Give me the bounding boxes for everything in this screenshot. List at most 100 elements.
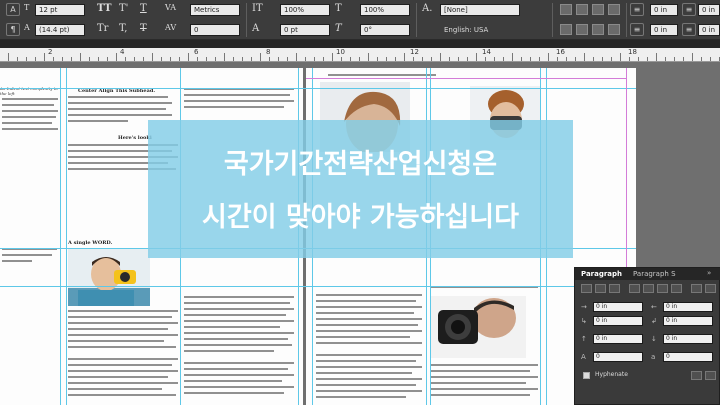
text-line: [2, 116, 56, 118]
space-after-field[interactable]: 0 in: [663, 334, 713, 344]
text-line: [68, 108, 166, 110]
tracking-icon: AV: [165, 23, 177, 32]
justify-last-icon[interactable]: [608, 24, 620, 35]
superscript-icon[interactable]: T': [119, 3, 128, 14]
text-line: [68, 358, 178, 360]
vertical-scale-field[interactable]: 100%: [280, 4, 330, 16]
justify-right-icon[interactable]: [657, 284, 668, 293]
align-right-icon[interactable]: [592, 4, 604, 15]
boy-with-camera-photo[interactable]: [68, 248, 150, 306]
horizontal-scale-field[interactable]: 100%: [360, 4, 410, 16]
control-bar-row-1: A T 12 pt TT T' T VA Metrics IT 100% T 1…: [0, 0, 720, 37]
text-line: [184, 338, 288, 340]
paragraph-formatting-icon[interactable]: ¶: [6, 23, 20, 36]
underline-icon[interactable]: T: [140, 3, 147, 14]
alignment-row: [581, 284, 717, 296]
ruler-tick: [674, 57, 675, 61]
align-to-baseline-icon[interactable]: [691, 371, 702, 380]
photographer-photo[interactable]: [430, 296, 526, 358]
left-indent-field[interactable]: 0 in: [593, 302, 643, 312]
leading-field[interactable]: (14.4 pt): [35, 24, 85, 36]
align-towards-spine-icon[interactable]: [560, 24, 572, 35]
text-line: [184, 380, 282, 382]
row-guide[interactable]: [0, 88, 636, 89]
subscript-icon[interactable]: T,: [119, 23, 127, 34]
drop-cap-chars-icon: a: [651, 353, 656, 361]
text-line: [2, 260, 32, 262]
text-line: [68, 102, 172, 104]
subhead-single-word[interactable]: A single WORD.: [68, 240, 112, 246]
align-left-icon[interactable]: [560, 4, 572, 15]
text-line: [430, 394, 530, 396]
text-line: [184, 106, 284, 108]
towards-spine-icon[interactable]: [691, 284, 702, 293]
text-line: [184, 386, 294, 388]
justify-all-icon[interactable]: [671, 284, 682, 293]
away-spine-icon[interactable]: [705, 284, 716, 293]
horizontal-ruler[interactable]: 2 4 6 8 10 12 14 16 18: [0, 48, 720, 62]
all-caps-icon[interactable]: TT: [97, 3, 112, 14]
tab-paragraph-styles[interactable]: Paragraph S: [633, 270, 676, 278]
justify-left-icon[interactable]: [629, 284, 640, 293]
align-left-icon[interactable]: [581, 284, 592, 293]
align-justify-icon[interactable]: [608, 4, 620, 15]
tracking-field[interactable]: 0: [190, 24, 240, 36]
text-line: [316, 312, 414, 314]
photo-graphic: [430, 296, 526, 358]
strikethrough-icon[interactable]: T: [140, 23, 147, 34]
space-after-field[interactable]: 0 in: [698, 24, 720, 36]
right-indent-field[interactable]: 0 in: [663, 302, 713, 312]
text-line: [2, 128, 58, 130]
space-before-field[interactable]: 0 in: [650, 24, 678, 36]
align-right-icon[interactable]: [609, 284, 620, 293]
row-guide[interactable]: [0, 286, 636, 287]
justify-all-icon[interactable]: [592, 24, 604, 35]
align-away-spine-icon[interactable]: [576, 24, 588, 35]
overlay-line-1: 국가기간전략산업신청은: [223, 149, 498, 180]
language-select[interactable]: English: USA: [440, 24, 520, 36]
text-line: [316, 378, 422, 380]
drop-cap-lines-field[interactable]: 0: [593, 352, 643, 362]
tab-paragraph[interactable]: Paragraph: [581, 270, 622, 278]
space-before-field[interactable]: 0 in: [593, 334, 643, 344]
baseline-shift-field[interactable]: 0 pt: [280, 24, 330, 36]
text-line: [68, 394, 176, 396]
first-line-indent-field[interactable]: 0 in: [593, 316, 643, 326]
font-size-field[interactable]: 12 pt: [35, 4, 85, 16]
photo-graphic: [68, 248, 150, 306]
drop-cap-chars-field[interactable]: 0: [663, 352, 713, 362]
ruler-tick: [287, 57, 288, 61]
ruler-label: 12: [410, 48, 419, 56]
text-line: [430, 364, 538, 366]
text-line: [430, 376, 538, 378]
text-line: [68, 316, 172, 318]
small-caps-icon[interactable]: Tr: [97, 23, 108, 34]
ruler-tick: [143, 57, 144, 61]
column-guide[interactable]: [66, 68, 67, 405]
subhead-looking[interactable]: Here's looki: [118, 135, 152, 141]
ruler-tick: [233, 57, 234, 61]
do-not-align-baseline-icon[interactable]: [705, 371, 716, 380]
left-indent-field[interactable]: 0 in: [650, 4, 678, 16]
align-center-icon[interactable]: [595, 284, 606, 293]
document-tab-strip[interactable]: [0, 40, 720, 48]
last-line-indent-field[interactable]: 0 in: [663, 316, 713, 326]
ruler-tick: [296, 53, 297, 61]
control-bar: A T 12 pt TT T' T VA Metrics IT 100% T 1…: [0, 0, 720, 40]
justify-center-icon[interactable]: [643, 284, 654, 293]
ruler-tick: [692, 53, 693, 61]
first-line-indent-field[interactable]: 0 in: [698, 4, 720, 16]
kerning-field[interactable]: Metrics: [190, 4, 240, 16]
first-line-indent-icon: ↳: [581, 317, 587, 325]
space-before-icon: ↑: [581, 335, 587, 343]
column-guide[interactable]: [60, 68, 61, 405]
hyphenate-checkbox[interactable]: [583, 372, 590, 379]
character-style-select[interactable]: [None]: [440, 4, 520, 16]
align-center-icon[interactable]: [576, 4, 588, 15]
ruler-tick: [701, 57, 702, 61]
skew-field[interactable]: 0°: [360, 24, 410, 36]
character-formatting-icon[interactable]: A: [6, 3, 20, 16]
ruler-tick: [62, 57, 63, 61]
ruler-tick: [269, 57, 270, 61]
panel-menu-icon[interactable]: »: [707, 269, 711, 277]
